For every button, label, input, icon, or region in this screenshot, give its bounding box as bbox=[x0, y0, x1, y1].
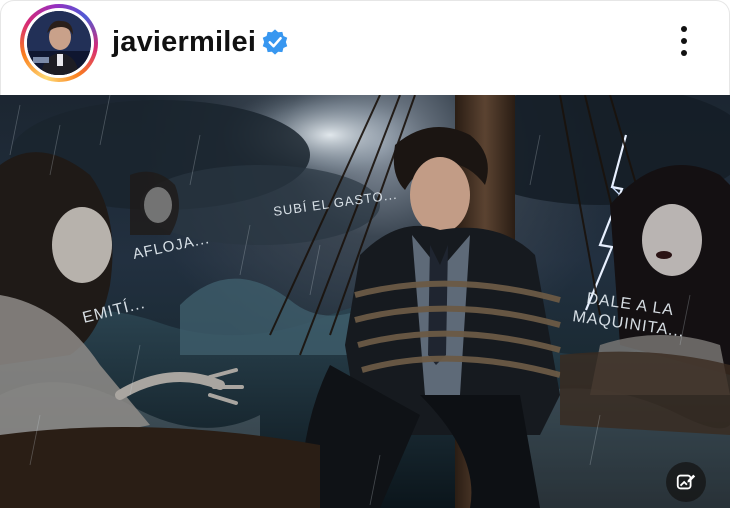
more-dot bbox=[681, 50, 687, 56]
avatar[interactable] bbox=[27, 11, 91, 75]
story-ring[interactable] bbox=[20, 4, 98, 82]
edit-photo-icon[interactable] bbox=[666, 462, 706, 502]
more-dot bbox=[681, 38, 687, 44]
more-dot bbox=[681, 26, 687, 32]
verified-badge-icon bbox=[262, 29, 288, 55]
more-options-icon[interactable] bbox=[672, 22, 696, 62]
post-image[interactable]: AFLOJA... EMITÍ... SUBÍ EL GASTO... DALE… bbox=[0, 95, 730, 508]
post-header: javiermilei bbox=[0, 0, 730, 95]
edit-photo-glyph bbox=[676, 474, 696, 490]
avatar-gap bbox=[24, 8, 94, 78]
boat-deck bbox=[0, 427, 320, 508]
username[interactable]: javiermilei bbox=[112, 26, 256, 59]
instagram-post-card: javiermilei AFLOJA... EMITÍ... SUBÍ EL G… bbox=[0, 0, 730, 508]
storm-ship-illustration: AFLOJA... EMITÍ... SUBÍ EL GASTO... DALE… bbox=[0, 95, 730, 508]
avatar-image bbox=[27, 11, 91, 75]
